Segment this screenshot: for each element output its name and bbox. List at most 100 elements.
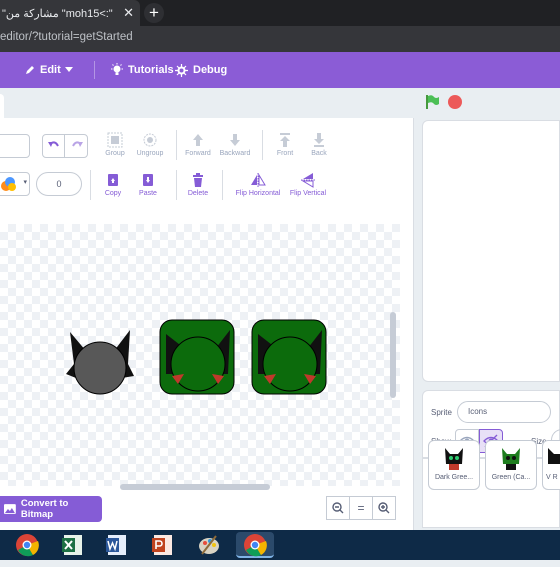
powerpoint-taskbar-icon[interactable]	[150, 532, 176, 558]
zoom-out-icon	[332, 502, 344, 514]
flip-vertical-button[interactable]: Flip Vertical	[280, 172, 336, 197]
convert-to-bitmap-button[interactable]: Convert to Bitmap	[0, 496, 102, 522]
costume-name-input[interactable]	[0, 134, 30, 158]
browser-tab-strip: "مشاركة من "moh15<:" - YouTube ✕ +	[0, 0, 560, 26]
chrome-active-taskbar-icon[interactable]	[236, 532, 274, 558]
cat-icon-green-1	[159, 319, 235, 395]
stop-button[interactable]	[448, 95, 462, 109]
chrome-icon	[16, 534, 39, 557]
excel-icon	[62, 535, 82, 555]
copy-label: Copy	[104, 190, 122, 197]
green-flag-icon	[426, 95, 439, 109]
convert-to-bitmap-label: Convert to Bitmap	[20, 498, 69, 520]
image-icon	[4, 504, 16, 514]
sprite-thumbnail[interactable]: Green (Ca...	[485, 440, 537, 490]
editor-tab-row	[0, 88, 418, 118]
canvas-vertical-scrollbar[interactable]	[390, 312, 396, 398]
costumes-tab[interactable]	[0, 94, 4, 118]
excel-taskbar-icon[interactable]	[60, 532, 86, 558]
backward-icon	[230, 134, 240, 146]
new-tab-button[interactable]: +	[144, 3, 164, 23]
back-icon	[314, 133, 324, 147]
delete-label: Delete	[187, 190, 209, 197]
paste-button[interactable]: Paste	[122, 172, 174, 197]
toolbar-divider	[222, 170, 223, 200]
flip-horizontal-icon	[251, 173, 266, 187]
browser-tab-title: "مشاركة من "moh15<:" - YouTube	[2, 7, 114, 20]
ungroup-label: Ungroup	[136, 150, 164, 157]
redo-icon	[72, 141, 83, 147]
zoom-in-icon	[378, 502, 390, 514]
sprite-image	[502, 448, 520, 470]
palette-icon	[199, 535, 219, 555]
backward-label: Backward	[219, 150, 251, 157]
url-text: editor/?tutorial=getStarted	[0, 31, 133, 43]
forward-label: Forward	[185, 150, 211, 157]
paint-taskbar-icon[interactable]	[196, 532, 222, 558]
sprite-thumbnail[interactable]: Dark Gree...	[428, 440, 480, 490]
paint-canvas[interactable]	[0, 224, 400, 486]
cat-head-gray	[66, 330, 134, 395]
undo-icon	[48, 141, 59, 147]
zoom-out-button[interactable]	[326, 496, 350, 520]
sprite-image	[548, 448, 560, 464]
chevron-down-icon: ▾	[23, 179, 27, 186]
zoom-in-button[interactable]	[372, 496, 396, 520]
green-flag-button[interactable]	[424, 94, 440, 115]
color-palette-icon	[1, 177, 16, 191]
back-button[interactable]: Back	[293, 132, 345, 157]
lightbulb-icon	[111, 63, 123, 75]
front-label: Front	[276, 150, 294, 157]
powerpoint-icon	[152, 535, 172, 555]
backward-button[interactable]: Backward	[209, 132, 261, 157]
address-bar[interactable]: editor/?tutorial=getStarted	[0, 26, 560, 52]
trash-icon	[193, 173, 203, 187]
redo-button[interactable]	[66, 135, 88, 157]
costume-artwork	[66, 319, 327, 395]
browser-tab[interactable]: "مشاركة من "moh15<:" - YouTube ✕	[0, 0, 140, 26]
paste-icon	[143, 174, 153, 186]
sprite-name-input[interactable]: Icons	[457, 401, 551, 423]
debug-menu-label: Debug	[193, 64, 228, 76]
bug-icon	[175, 63, 188, 77]
forward-icon	[193, 134, 203, 146]
sprite-name: Dark Gree...	[434, 474, 474, 481]
flip-horizontal-label: Flip Horizontal	[235, 190, 281, 197]
flip-vertical-icon	[301, 173, 315, 188]
copy-icon	[108, 174, 118, 186]
scratch-menu-bar: Edit Tutorials Debug	[0, 52, 560, 88]
sprite-name: V R	[546, 474, 558, 481]
cat-icon-green-2	[251, 319, 327, 395]
chrome-icon	[244, 534, 267, 557]
flip-vertical-label: Flip Vertical	[289, 190, 327, 197]
sprite-image	[445, 448, 463, 470]
pencil-icon	[26, 66, 34, 74]
delete-button[interactable]: Delete	[172, 172, 224, 197]
word-taskbar-icon[interactable]	[104, 532, 130, 558]
sprite-label: Sprite	[431, 408, 452, 417]
sprite-thumbnail[interactable]: V R	[542, 440, 560, 490]
front-icon	[280, 133, 290, 147]
undo-button[interactable]	[43, 135, 65, 157]
canvas-horizontal-scrollbar[interactable]	[120, 484, 270, 490]
zoom-reset-button[interactable]: =	[349, 496, 373, 520]
edit-menu[interactable]: Edit	[24, 52, 73, 88]
chrome-taskbar-icon[interactable]	[14, 532, 40, 558]
outline-width-input[interactable]: 0	[36, 172, 82, 196]
undo-redo-group	[42, 134, 88, 158]
stage-canvas[interactable]	[422, 120, 560, 382]
fill-color-picker[interactable]: ▾	[0, 172, 30, 196]
word-icon	[106, 535, 126, 555]
close-tab-icon[interactable]: ✕	[123, 5, 134, 21]
group-label: Group	[105, 150, 125, 157]
back-label: Back	[311, 150, 327, 157]
group-icon	[107, 132, 123, 148]
tutorials-menu[interactable]: Tutorials	[110, 52, 174, 88]
ungroup-button[interactable]: Ungroup	[124, 132, 176, 157]
debug-menu[interactable]: Debug	[174, 52, 227, 88]
menu-divider	[94, 61, 95, 79]
tutorials-menu-label: Tutorials	[128, 64, 174, 76]
flip-horizontal-button[interactable]: Flip Horizontal	[228, 172, 288, 197]
edit-menu-label: Edit	[40, 64, 61, 76]
sprite-name: Green (Ca...	[491, 474, 531, 481]
